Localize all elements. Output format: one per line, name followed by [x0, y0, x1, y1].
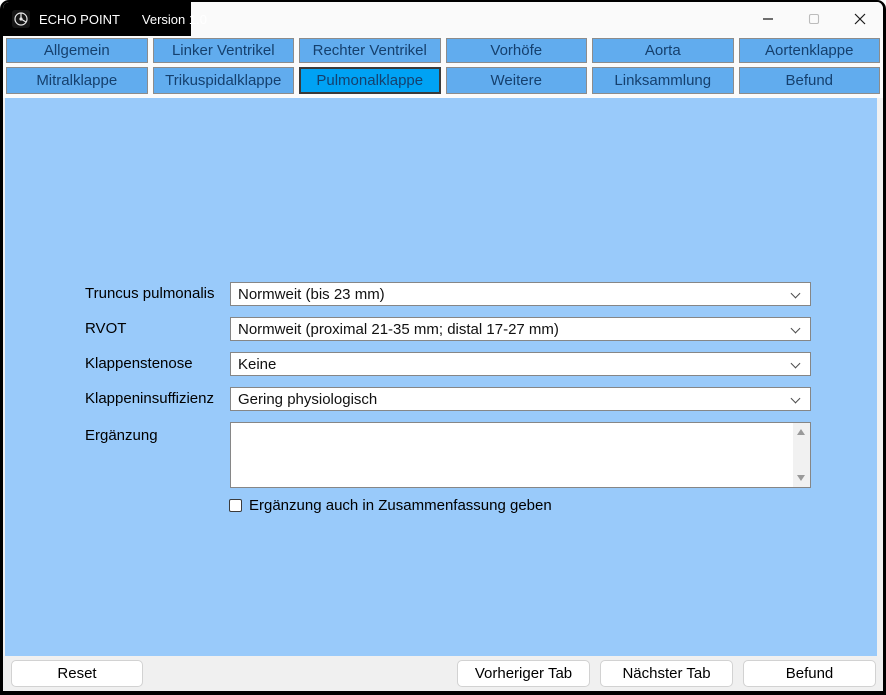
chevron-down-icon [791, 289, 801, 299]
window-controls [745, 2, 883, 36]
klappenstenose-value: Keine [238, 356, 276, 373]
minimize-button[interactable] [745, 2, 791, 36]
chevron-down-icon [791, 394, 801, 404]
close-button[interactable] [837, 2, 883, 36]
tab-allgemein[interactable]: Allgemein [6, 38, 148, 63]
tab-aortenklappe[interactable]: Aortenklappe [739, 38, 881, 63]
close-icon [854, 13, 866, 25]
rvot-value: Normweit (proximal 21-35 mm; distal 17-2… [238, 321, 559, 338]
klappenstenose-select[interactable]: Keine [230, 352, 811, 376]
klappeninsuffizienz-value: Gering physiologisch [238, 391, 377, 408]
minimize-icon [762, 13, 774, 25]
titlebar-branding: ECHO POINT Version 1.0 [3, 2, 191, 36]
echo-heart-icon [12, 10, 30, 28]
klappeninsuffizienz-select[interactable]: Gering physiologisch [230, 387, 811, 411]
summary-checkbox[interactable] [229, 499, 242, 512]
truncus-pulmonalis-row: Truncus pulmonalis Normweit (bis 23 mm) [5, 282, 877, 306]
tab-pulmonalklappe[interactable]: Pulmonalklappe [299, 67, 441, 94]
app-title: ECHO POINT [39, 12, 120, 27]
truncus-pulmonalis-label: Truncus pulmonalis [85, 282, 215, 306]
summary-checkbox-label: Ergänzung auch in Zusammenfassung geben [249, 497, 552, 514]
klappeninsuffizienz-row: Klappeninsuffizienz Gering physiologisch [5, 387, 877, 411]
tab-weitere[interactable]: Weitere [446, 67, 588, 94]
ergaenzung-label: Ergänzung [85, 424, 158, 448]
tab-mitralklappe[interactable]: Mitralklappe [6, 67, 148, 94]
ergaenzung-textarea[interactable] [230, 422, 811, 488]
summary-checkbox-row: Ergänzung auch in Zusammenfassung geben [229, 497, 552, 514]
klappenstenose-row: Klappenstenose Keine [5, 352, 877, 376]
footer: Reset Vorheriger Tab Nächster Tab Befund [3, 656, 883, 691]
klappenstenose-label: Klappenstenose [85, 352, 193, 376]
tab-befund[interactable]: Befund [739, 67, 881, 94]
app-window: ECHO POINT Version 1.0 Allgemein Linker … [0, 0, 886, 695]
tab-rechter-ventrikel[interactable]: Rechter Ventrikel [299, 38, 441, 63]
textarea-scrollbar[interactable] [793, 423, 810, 487]
reset-button[interactable]: Reset [11, 660, 143, 687]
rvot-select[interactable]: Normweit (proximal 21-35 mm; distal 17-2… [230, 317, 811, 341]
maximize-button[interactable] [791, 2, 837, 36]
tab-linksammlung[interactable]: Linksammlung [592, 67, 734, 94]
titlebar: ECHO POINT Version 1.0 [3, 2, 883, 36]
scroll-up-icon[interactable] [797, 429, 805, 435]
truncus-pulmonalis-select[interactable]: Normweit (bis 23 mm) [230, 282, 811, 306]
previous-tab-button[interactable]: Vorheriger Tab [457, 660, 590, 687]
pulmonalklappe-panel: Truncus pulmonalis Normweit (bis 23 mm) … [5, 98, 877, 656]
klappeninsuffizienz-label: Klappeninsuffizienz [85, 387, 214, 411]
rvot-label: RVOT [85, 317, 126, 341]
truncus-pulmonalis-value: Normweit (bis 23 mm) [238, 286, 385, 303]
scroll-down-icon[interactable] [797, 475, 805, 481]
footer-nav-group: Vorheriger Tab Nächster Tab Befund [457, 660, 876, 687]
tab-trikuspidalklappe[interactable]: Trikuspidalklappe [153, 67, 295, 94]
tab-linker-ventrikel[interactable]: Linker Ventrikel [153, 38, 295, 63]
befund-button[interactable]: Befund [743, 660, 876, 687]
rvot-row: RVOT Normweit (proximal 21-35 mm; distal… [5, 317, 877, 341]
next-tab-button[interactable]: Nächster Tab [600, 660, 733, 687]
chevron-down-icon [791, 359, 801, 369]
tab-aorta[interactable]: Aorta [592, 38, 734, 63]
tab-vorhoefe[interactable]: Vorhöfe [446, 38, 588, 63]
chevron-down-icon [791, 324, 801, 334]
maximize-icon [808, 13, 820, 25]
app-version: Version 1.0 [142, 12, 207, 27]
tabbar: Allgemein Linker Ventrikel Rechter Ventr… [3, 36, 883, 98]
